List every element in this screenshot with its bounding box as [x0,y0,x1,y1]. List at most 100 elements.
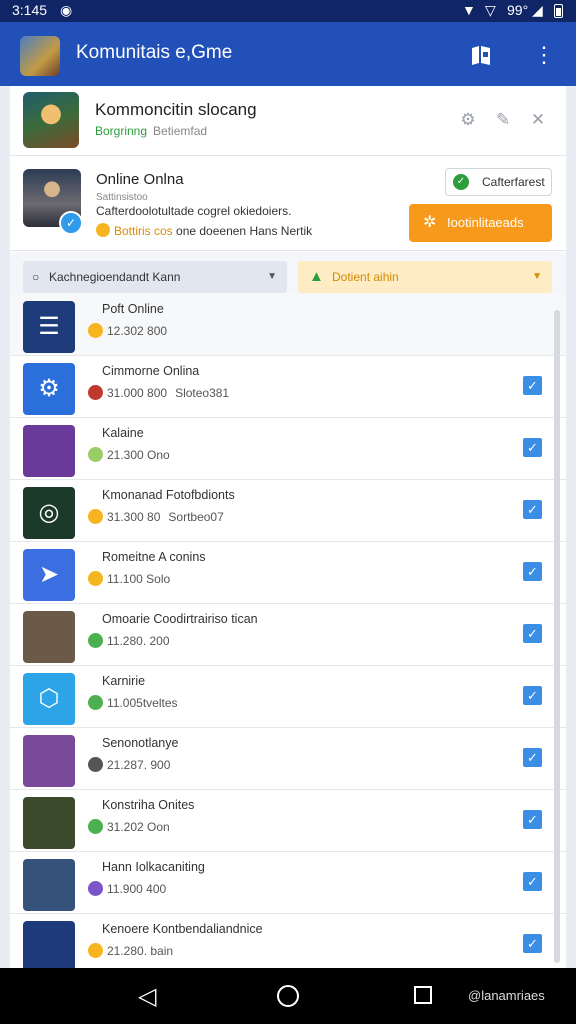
cellular-icon: ◢ [532,2,543,18]
profile-warning: Bottiris cos one doeenen Hans Nertik [96,223,312,238]
map-icon[interactable] [466,40,496,70]
navigation-bar: ◁ @lanamriaes [0,968,576,1024]
checkbox[interactable]: ✓ [523,934,542,953]
list-item[interactable]: ☰ Poft Online 12.302 800 [10,294,566,356]
game-thumbnail-icon [23,797,75,849]
checkbox[interactable]: ✓ [523,500,542,519]
watermark: @lanamriaes [468,988,545,1003]
status-dot-icon [88,447,103,462]
list-item-title: Senonotlanye [102,736,179,750]
list-item-meta: 11.900 400 [88,881,174,896]
search-dropdown-label: Kachnegioendandt Kann [49,270,181,284]
profile-description: Cafterdoolotultade cogrel okiedoiers. [96,204,292,218]
shield-app-icon: ⬡ [23,673,75,725]
primary-action-label: Iootinlitaeads [447,215,524,230]
app-bar: Komunitais e,Gme ⋮ [0,22,576,86]
search-dropdown[interactable]: ○ Kachnegioendandt Kann ▼ [23,261,287,293]
game-thumbnail-icon: ◎ [23,487,75,539]
list-item[interactable]: Omoarie Coodirtrairiso tican 11.280. 200 ✓ [10,604,566,666]
alert-dropdown[interactable]: ▲ Dotient aihin ▼ [298,261,552,293]
status-chip[interactable]: ✓ Cafterfarest [445,168,552,196]
list-item-count: 21.287. 900 [107,758,171,772]
checkbox[interactable]: ✓ [523,624,542,643]
chevron-down-icon: ▼ [267,271,277,282]
list-item-meta: 21.287. 900 [88,757,178,772]
game-thumbnail-icon [23,425,75,477]
status-dot-icon [88,571,103,586]
list-item[interactable]: ⬡ Karnirie 11.005tveltes ✓ [10,666,566,728]
list-item-title: Omoarie Coodirtrairiso tican [102,612,258,626]
list-item[interactable]: ◎ Kmonanad Fotofbdionts 31.300 80 Sortbeo07… [10,480,566,542]
wifi-icon: ▼ [462,2,476,18]
battery-label: 99° [507,2,529,18]
list-item-meta: 12.302 800 [88,323,175,338]
list-item[interactable]: Konstriha Onites 31.202 Oon ✓ [10,790,566,852]
warning-triangle-icon: ▲ [309,268,324,285]
recents-icon[interactable] [414,986,432,1004]
list-item[interactable]: Senonotlanye 21.287. 900 ✓ [10,728,566,790]
notification-icon: ◉ [60,2,73,18]
list-item[interactable]: ➤ Romeitne A conins 11.100 Solo ✓ [10,542,566,604]
list-item-title: Poft Online [102,302,164,316]
checkbox[interactable]: ✓ [523,872,542,891]
community-status: Borgrinng [95,124,148,138]
settings-gear-icon[interactable]: ⚙ [458,110,478,130]
cog-badge-icon: ⚙ [23,363,75,415]
community-title: Kommoncitin slocang [95,100,257,119]
checkbox[interactable]: ✓ [523,562,542,581]
scrollbar[interactable] [554,310,560,963]
list-item-title: Kenoere Kontbendaliandnice [102,922,263,936]
list-item-meta: 11.005tveltes [88,695,186,710]
list-item-count: 31.300 80 [107,510,161,524]
community-card: Kommoncitin slocang Borgrinng Betiemfad ⚙… [10,86,566,968]
status-bar: 3:145 ◉ ▼ ▽ 99° ◢ [0,0,576,22]
warning-detail: one doeenen Hans Nertik [176,224,313,238]
list-icon: ☰ [23,301,75,353]
verified-badge-icon: ✓ [59,211,83,235]
checkbox[interactable]: ✓ [523,376,542,395]
profile-name: Online Onlna [96,171,184,188]
list-item[interactable]: Hann Iolkacaniting 11.900 400 ✓ [10,852,566,914]
overflow-menu-icon[interactable]: ⋮ [530,40,558,70]
list-item-count: 11.280. 200 [107,634,170,648]
arrow-app-icon: ➤ [23,549,75,601]
game-thumbnail-icon [23,921,75,968]
game-thumbnail-icon [23,859,75,911]
game-thumbnail-icon [23,611,75,663]
list-item-count: 11.005tveltes [107,696,178,710]
checkbox[interactable]: ✓ [523,748,542,767]
signal-icon: ▽ [485,2,496,18]
home-icon[interactable] [277,985,299,1007]
list-item-title: Romeitne A conins [102,550,206,564]
battery-icon [554,4,563,18]
edit-icon[interactable]: ✎ [493,110,513,130]
list-item[interactable]: ⚙ Cimmorne Onlina 31.000 800 Sloteo381 ✓ [10,356,566,418]
list-item[interactable]: Kenoere Kontbendaliandnice 21.280. bain ✓ [10,914,566,968]
checkbox[interactable]: ✓ [523,438,542,457]
list-item-count: 11.900 400 [107,882,167,896]
status-dot-icon [88,385,103,400]
checkbox[interactable]: ✓ [523,810,542,829]
list-item-title: Cimmorne Onlina [102,364,200,378]
list-item-meta: 31.300 80 Sortbeo07 [88,509,224,524]
list-item-meta: 31.000 800 Sloteo381 [88,385,229,400]
game-list: ☰ Poft Online 12.302 800 ⚙ Cimmorne Onlina 31… [10,294,566,968]
list-item-extra: Sortbeo07 [168,510,224,524]
close-icon[interactable]: ✕ [528,110,548,130]
community-subtitle: Borgrinng Betiemfad [95,124,207,138]
emoji-icon [96,223,110,237]
profile-section: ✓ Online Onlna Sattinsistoo Cafterdoolot… [10,157,566,251]
profile-sub: Sattinsistoo [96,192,148,203]
list-item[interactable]: Kalaine 21.300 Ono ✓ [10,418,566,480]
game-thumbnail-icon [23,735,75,787]
status-dot-icon [88,509,103,524]
sparkle-icon: ✲ [423,214,437,231]
checkbox[interactable]: ✓ [523,686,542,705]
community-thumbnail [23,92,79,148]
list-item-count: 31.000 800 [107,386,168,400]
primary-action-button[interactable]: ✲ Iootinlitaeads [409,204,552,242]
status-dot-icon [88,943,103,958]
list-item-meta: 31.202 Oon [88,819,178,834]
back-icon[interactable]: ◁ [138,982,156,1011]
list-item-count: 11.100 Solo [107,572,171,586]
